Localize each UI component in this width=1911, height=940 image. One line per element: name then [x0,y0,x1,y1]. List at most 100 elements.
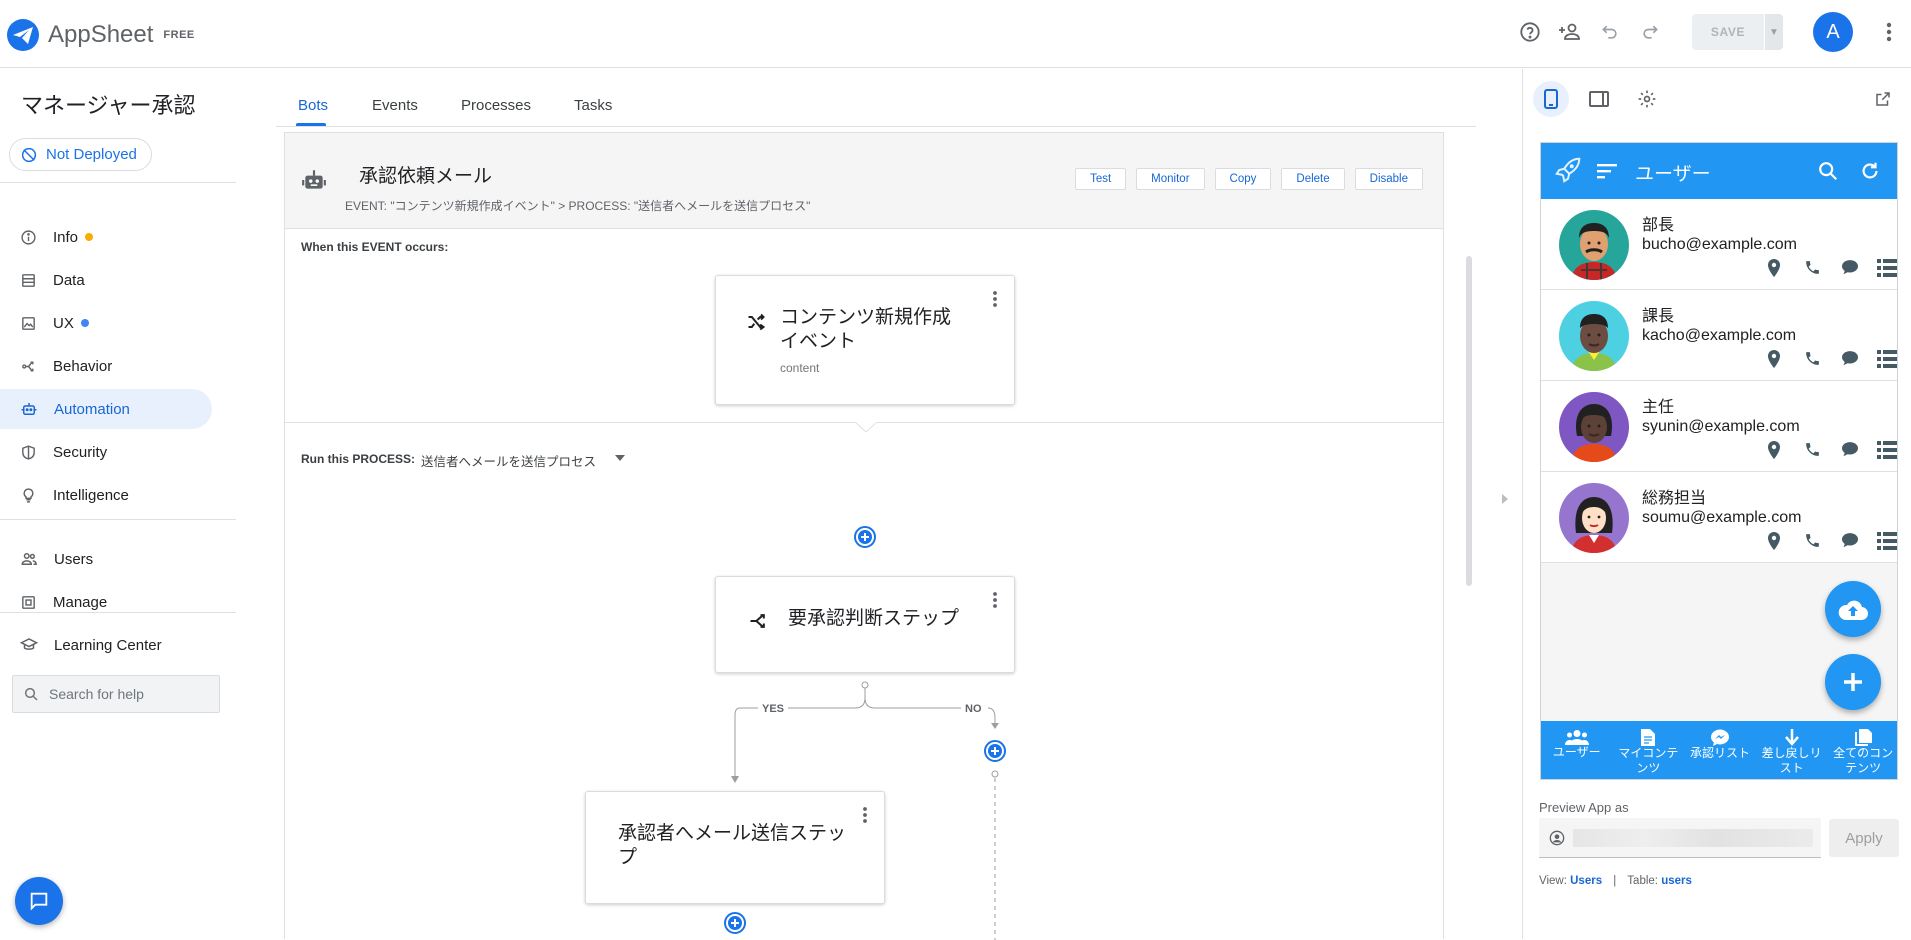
sidebar-item-data[interactable]: Data [0,260,212,300]
email-step-card[interactable]: 承認者へメール送信ステップ [585,791,885,904]
list-item[interactable]: 総務担当 soumu@example.com [1541,472,1897,563]
add-step-icon[interactable] [853,525,877,549]
comment-icon[interactable] [1831,441,1869,459]
account-avatar[interactable]: A [1813,12,1853,52]
sidebar-item-label: Automation [54,400,130,418]
email-step-title: 承認者へメール送信ステップ [618,823,847,868]
table-link[interactable]: users [1661,875,1692,887]
refresh-icon[interactable] [1859,160,1881,182]
undo-icon[interactable] [1590,12,1630,52]
tab-tasks[interactable]: Tasks [574,97,612,114]
add-person-icon[interactable] [1550,12,1590,52]
app-bottom-nav: ユーザー マイコンテンツ 承認リスト 差し戻しリスト 全てのコンテンツ [1541,721,1897,779]
user-name: 課長 [1642,308,1675,325]
branch-icon [750,614,765,628]
chat-support-button[interactable] [15,877,63,925]
add-step-icon[interactable] [983,739,1007,763]
more-vert-icon[interactable] [862,806,868,824]
phone-icon[interactable] [1793,441,1831,459]
editor-scrollbar[interactable] [1464,256,1474,586]
save-options-dropdown[interactable]: ▼ [1765,14,1783,50]
paper-plane-icon [7,19,39,51]
sidebar-item-behavior[interactable]: Behavior [0,346,212,386]
location-icon[interactable] [1755,259,1793,277]
sidebar-item-manage[interactable]: Manage [0,582,212,622]
add-step-icon[interactable] [723,911,747,935]
view-title: ユーザー [1635,164,1711,185]
nav-all-contents[interactable]: 全てのコンテンツ [1827,721,1897,779]
caret-down-icon: ▼ [1769,26,1779,38]
save-button[interactable]: SAVE [1692,14,1764,50]
sidebar-item-label: Learning Center [54,636,162,654]
comment-icon[interactable] [1831,532,1869,550]
sidebar-item-users[interactable]: Users [0,539,212,579]
tab-bots[interactable]: Bots [298,97,328,114]
nav-approval-list[interactable]: 承認リスト [1684,721,1756,779]
branch-step-card[interactable]: 要承認判断ステップ [715,576,1015,673]
left-sidebar: マネージャー承認 Not Deployed Info Data UX Behav… [0,69,236,939]
deploy-status-chip[interactable]: Not Deployed [9,138,152,171]
user-email: soumu@example.com [1642,509,1802,526]
comment-icon[interactable] [1831,259,1869,277]
sidebar-item-label: Security [53,443,108,461]
location-icon[interactable] [1755,441,1793,459]
nav-label: マイコンテンツ [1618,746,1679,775]
phone-icon[interactable] [1793,350,1831,368]
nav-label: 全てのコンテンツ [1833,746,1894,775]
more-vert-icon[interactable] [1869,12,1909,52]
view-link[interactable]: Users [1570,875,1602,887]
sidebar-item-security[interactable]: Security [0,432,212,472]
preview-user-input[interactable] [1539,818,1821,858]
view-table-info: View: Users | Table: users [1539,875,1692,887]
mobile-preview-icon[interactable] [1533,81,1569,117]
avatar [1559,210,1629,280]
scrollbar-thumb[interactable] [1466,256,1472,586]
status-dot [80,319,89,327]
add-record-button[interactable] [1825,654,1881,710]
help-search-placeholder: Search for help [49,686,144,702]
redo-icon[interactable] [1630,12,1670,52]
nav-returned-list[interactable]: 差し戻しリスト [1756,721,1828,779]
sort-menu-icon[interactable] [1597,162,1617,180]
list-item[interactable]: 課長 kacho@example.com [1541,290,1897,381]
comment-icon[interactable] [1831,350,1869,368]
open-external-icon[interactable] [1865,81,1901,117]
sidebar-item-ux[interactable]: UX [0,303,212,343]
settings-icon[interactable] [1629,81,1665,117]
apply-button[interactable]: Apply [1829,819,1899,857]
details-list-icon[interactable] [1869,350,1897,368]
details-list-icon[interactable] [1869,532,1897,550]
appsheet-logo[interactable]: AppSheet FREE [6,18,195,52]
sidebar-item-label: Info [53,228,79,246]
user-name: 総務担当 [1642,490,1707,507]
list-item[interactable]: 主任 syunin@example.com [1541,381,1897,472]
nav-users[interactable]: ユーザー [1541,721,1613,779]
sidebar-item-intelligence[interactable]: Intelligence [0,475,212,515]
sidebar-item-automation[interactable]: Automation [0,389,212,429]
details-list-icon[interactable] [1869,441,1897,459]
sync-upload-button[interactable] [1825,581,1881,637]
avatar [1559,392,1629,462]
tablet-preview-icon[interactable] [1581,81,1617,117]
nav-my-contents[interactable]: マイコンテンツ [1613,721,1685,779]
app-preview-pane: ユーザー 部長 bucho@example.com 課長 kacho@examp… [1522,69,1911,939]
list-item[interactable]: 部長 bucho@example.com [1541,199,1897,290]
shield-icon [22,444,35,460]
more-vert-icon[interactable] [992,591,998,609]
sidebar-item-learning-center[interactable]: Learning Center [0,625,212,665]
phone-icon[interactable] [1793,259,1831,277]
avatar [1559,483,1629,553]
help-search-input[interactable]: Search for help [12,675,220,713]
collapse-preview-icon[interactable] [1500,493,1510,505]
phone-icon[interactable] [1793,532,1831,550]
help-icon[interactable] [1510,12,1550,52]
tab-processes[interactable]: Processes [461,97,531,114]
documents-icon [1854,729,1872,746]
info-icon [21,229,36,245]
search-icon[interactable] [1817,160,1839,182]
tab-events[interactable]: Events [372,97,418,114]
details-list-icon[interactable] [1869,259,1897,277]
location-icon[interactable] [1755,350,1793,368]
location-icon[interactable] [1755,532,1793,550]
sidebar-item-info[interactable]: Info [0,217,212,257]
